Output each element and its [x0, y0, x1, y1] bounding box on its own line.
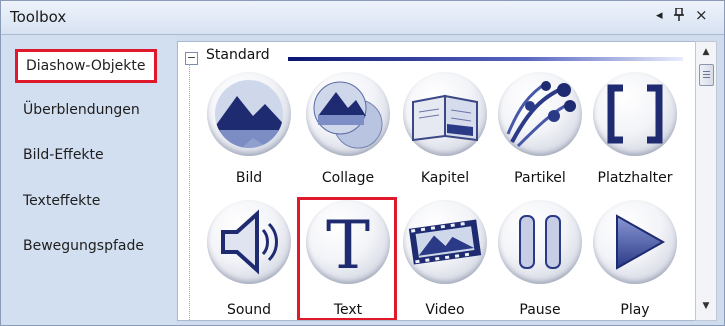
speaker-icon: [207, 200, 291, 284]
window-title: Toolbox: [10, 8, 67, 26]
item-video[interactable]: Video: [398, 200, 492, 320]
item-play[interactable]: Play: [588, 200, 682, 320]
item-label: Video: [425, 302, 465, 318]
toolbox-window: Toolbox ◂ × Diashow-Objekte Überblendung…: [0, 0, 725, 326]
pause-icon: [498, 200, 582, 284]
scroll-thumb[interactable]: [699, 64, 714, 86]
particles-icon: [498, 72, 582, 156]
category-divider: [288, 57, 683, 61]
film-icon: [403, 200, 487, 284]
item-kapitel[interactable]: Kapitel: [398, 72, 492, 196]
items-panel: − Standard Bild Collage Kapitel Partikel…: [177, 41, 696, 321]
item-bild[interactable]: Bild: [202, 72, 296, 196]
play-icon: [593, 200, 677, 284]
item-pause[interactable]: Pause: [493, 200, 587, 320]
collapse-toggle[interactable]: −: [185, 52, 198, 65]
item-partikel[interactable]: Partikel: [493, 72, 587, 196]
text-item-highlight: [297, 197, 397, 320]
grip-line: [703, 71, 710, 72]
sidebar-item-ueberblendungen[interactable]: Überblendungen: [15, 93, 148, 127]
item-label: Partikel: [514, 170, 566, 186]
category-label: Standard: [206, 47, 270, 63]
book-icon: [403, 72, 487, 156]
dropdown-arrow-icon[interactable]: ◂: [656, 8, 663, 23]
item-label: Pause: [519, 302, 561, 318]
item-sound[interactable]: Sound: [202, 200, 296, 320]
sidebar: Diashow-Objekte Überblendungen Bild-Effe…: [1, 35, 176, 325]
title-bar: Toolbox ◂ ×: [1, 1, 724, 35]
grip-line: [703, 74, 710, 75]
sidebar-item-bild-effekte[interactable]: Bild-Effekte: [15, 138, 112, 172]
item-label: Kapitel: [420, 170, 470, 186]
close-icon[interactable]: ×: [695, 6, 708, 24]
brackets-icon: [593, 72, 677, 156]
item-label: Play: [620, 302, 650, 318]
item-platzhalter[interactable]: Platzhalter: [588, 72, 682, 196]
item-label: Collage: [321, 170, 375, 186]
scroll-down-arrow-icon[interactable]: ▼: [696, 298, 716, 314]
item-label: Bild: [235, 170, 263, 186]
item-collage[interactable]: Collage: [301, 72, 395, 196]
item-label: Sound: [226, 302, 272, 318]
vertical-scrollbar[interactable]: ▲ ▼: [695, 41, 717, 321]
pin-icon[interactable]: [674, 7, 684, 26]
grip-line: [703, 77, 710, 78]
tree-line: [189, 64, 190, 320]
item-label: Platzhalter: [597, 170, 673, 186]
scroll-up-arrow-icon[interactable]: ▲: [696, 44, 716, 60]
mountain-picture-icon: [207, 72, 291, 156]
sidebar-item-bewegungspfade[interactable]: Bewegungspfade: [15, 229, 152, 263]
sidebar-item-diashow-objekte[interactable]: Diashow-Objekte: [15, 49, 157, 83]
collage-icon: [306, 72, 390, 156]
sidebar-item-texteffekte[interactable]: Texteffekte: [15, 184, 108, 218]
